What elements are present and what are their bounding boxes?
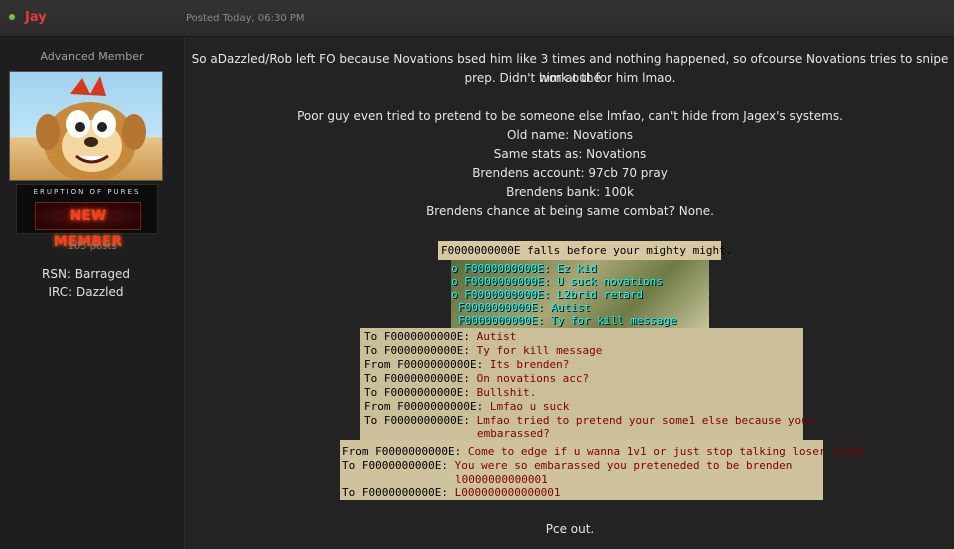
author-username[interactable]: Jay bbox=[25, 10, 47, 25]
clan-signature-badge: ERUPTION OF PURES NEW MEMBER bbox=[16, 184, 158, 250]
pm-line: From F0000000000E: Lmfao u suck bbox=[364, 400, 570, 413]
avatar[interactable] bbox=[9, 71, 163, 181]
author-sidebar: Advanced Member ERUPTION OF PURES NEW ME… bbox=[0, 37, 185, 549]
pm-line: To F0000000000E: Ty for kill message bbox=[364, 344, 603, 357]
author-rsn: RSN: Barraged bbox=[41, 267, 130, 281]
pm-line: To F0000000000E: Lmfao tried to pretend … bbox=[364, 414, 815, 427]
post-timestamp: Posted Today, 06:30 PM bbox=[186, 13, 305, 24]
game-screenshot-private-chat: To F0000000000E: Autist To F0000000000E:… bbox=[360, 328, 814, 440]
post-text-line: prep. Didn't work out for him lmao. bbox=[464, 71, 676, 85]
pm-line: To F0000000000E: You were so embarassed … bbox=[342, 459, 793, 472]
post-text-line: Pce out. bbox=[545, 522, 595, 536]
pm-line: From F0000000000E: Its brenden? bbox=[364, 358, 570, 371]
post-text-line: Same stats as: Novations bbox=[493, 147, 647, 161]
chat-line: o F0000000000E: U suck novations bbox=[451, 275, 663, 288]
game-screenshot-kill: F0000000000E falls before your mighty mi… bbox=[438, 241, 732, 260]
post-text-line: Old name: Novations bbox=[506, 128, 634, 142]
post-count: 105 posts bbox=[67, 241, 117, 252]
kill-message: F0000000000E falls before your mighty mi… bbox=[441, 244, 733, 257]
post-text-line: Poor guy even tried to pretend to be som… bbox=[297, 109, 843, 123]
chat-line: F0000000000E: Autist bbox=[458, 301, 591, 314]
pm-line: l0000000000001 bbox=[455, 473, 548, 486]
pm-line: From F0000000000E: Come to edge if u wan… bbox=[342, 445, 866, 458]
pm-line: To F0000000000E: Autist bbox=[364, 330, 517, 343]
chat-line: F0000000000E: Ty for kill message bbox=[458, 314, 677, 327]
game-screenshot-public-chat: o F0000000000E: Ez kid o F0000000000E: U… bbox=[451, 260, 709, 328]
online-status-icon bbox=[9, 14, 15, 20]
chat-line: o F0000000000E: Ez kid bbox=[451, 262, 597, 275]
post-text-line: Brendens bank: 100k bbox=[506, 185, 634, 199]
clan-rank-badge: NEW MEMBER bbox=[35, 202, 141, 250]
member-rank: Advanced Member bbox=[40, 50, 144, 63]
pm-line: To F0000000000E: L000000000000001 bbox=[342, 486, 561, 499]
chat-line: o F0000000000E: L2brid retard bbox=[451, 288, 644, 301]
author-irc: IRC: Dazzled bbox=[48, 285, 124, 299]
avatar-image bbox=[36, 76, 146, 180]
post-text-line: Brendens chance at being same combat? No… bbox=[426, 204, 714, 218]
post-header: Jay Posted Today, 06:30 PM bbox=[0, 0, 954, 37]
pm-line: To F0000000000E: On novations acc? bbox=[364, 372, 590, 385]
pm-line: To F0000000000E: Bullshit. bbox=[364, 386, 537, 399]
post-text-line: Brendens account: 97cb 70 pray bbox=[472, 166, 668, 180]
pm-line: embarassed? bbox=[477, 427, 550, 440]
game-screenshot-private-chat-2: From F0000000000E: Come to edge if u wan… bbox=[340, 440, 865, 500]
clan-title: ERUPTION OF PURES bbox=[33, 188, 141, 196]
